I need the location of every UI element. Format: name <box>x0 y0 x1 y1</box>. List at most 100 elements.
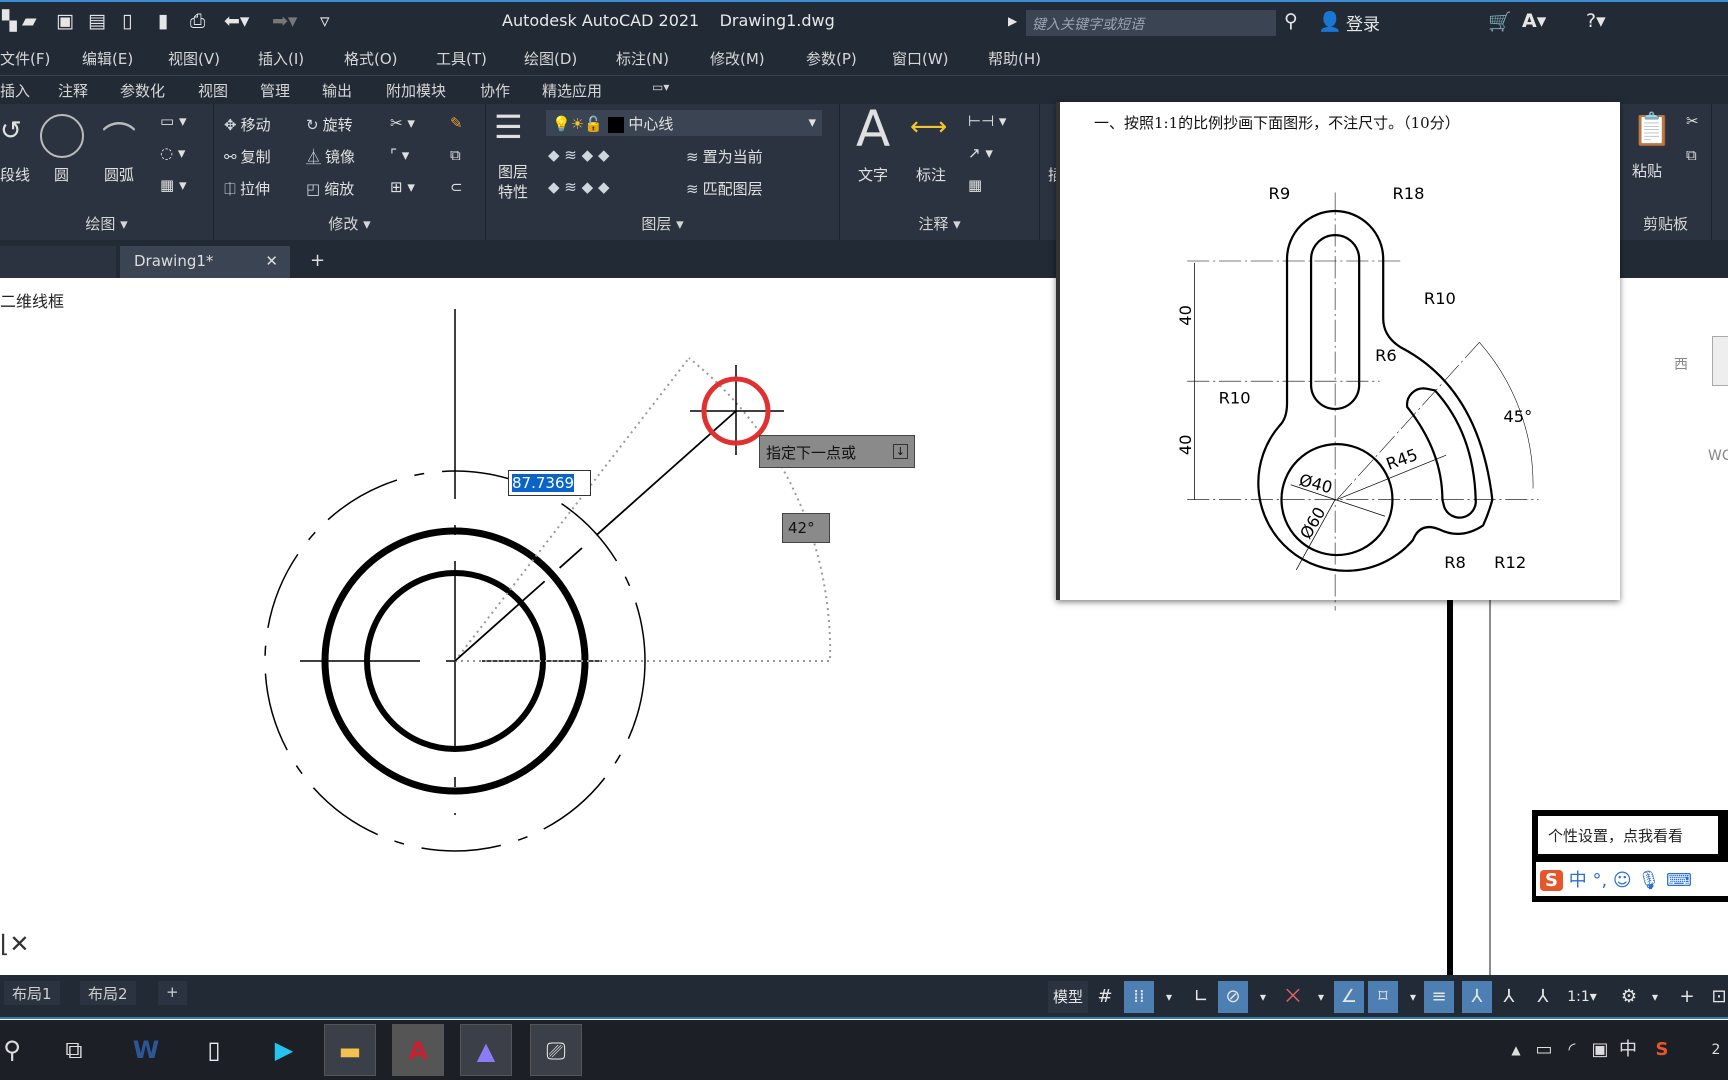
scale-button[interactable]: ◰ 缩放 <box>306 178 354 199</box>
menu-format[interactable]: 格式(O) <box>344 48 398 69</box>
import-icon[interactable]: ▯ <box>122 10 132 32</box>
tab-manage[interactable]: 管理 <box>260 80 290 101</box>
menu-edit[interactable]: 编辑(E) <box>82 48 133 69</box>
word-icon[interactable]: W <box>120 1024 172 1076</box>
table-icon[interactable]: ▦ <box>968 176 982 194</box>
viewcube[interactable] <box>1712 336 1728 386</box>
menu-parametric[interactable]: 参数(P) <box>806 48 857 69</box>
rotate-button[interactable]: ↻ 旋转 <box>306 114 353 135</box>
leader-icon[interactable]: ↗ ▾ <box>968 144 993 162</box>
panel-title-modify[interactable]: 修改 ▾ <box>214 213 485 234</box>
layer-dropdown[interactable]: 💡☀🔓 中心线 ▾ <box>546 110 822 136</box>
camera-icon[interactable]: ⎚ <box>530 1024 582 1076</box>
set-current-button[interactable]: ≋ 置为当前 <box>686 146 763 167</box>
layer-tools2-icon[interactable]: ◆ ≋ ◆ ◆ <box>548 178 609 196</box>
tab-layout1[interactable]: 布局1 <box>4 981 60 1005</box>
dynamic-input-field[interactable]: 87.7369 <box>508 470 591 496</box>
viewcube-west-label[interactable]: 西 <box>1674 354 1688 374</box>
export-icon[interactable]: ▮ <box>158 10 168 32</box>
tab-featured[interactable]: 精选应用 <box>542 80 602 101</box>
add-layout-button[interactable]: + <box>158 981 187 1005</box>
tab-drawing1[interactable]: Drawing1* ✕ <box>120 246 290 278</box>
undo-icon[interactable]: ⬅▾ <box>224 10 249 32</box>
offset-icon[interactable]: ⊂ <box>450 178 463 196</box>
clock[interactable]: 2 <box>1690 1024 1728 1076</box>
tab-insert[interactable]: 插入 <box>0 80 30 101</box>
new-tab-button[interactable]: + <box>310 250 325 271</box>
panel-title-layer[interactable]: 图层 ▾ <box>486 213 839 234</box>
fillet-icon[interactable]: ⌜ ▾ <box>390 146 409 164</box>
isodraft-icon[interactable]: ⨉ <box>1278 981 1308 1013</box>
circle-icon[interactable] <box>40 114 84 158</box>
customize-icon[interactable]: ▿ <box>320 10 330 32</box>
menu-dimension[interactable]: 标注(N) <box>616 48 669 69</box>
workspace-dropdown-icon[interactable]: ▾ <box>1640 981 1670 1013</box>
save-icon[interactable]: ▣ <box>56 10 74 32</box>
array-icon[interactable]: ⊞ ▾ <box>390 178 415 196</box>
circle-button[interactable]: 圆 <box>54 164 69 185</box>
polyline-button[interactable]: 段线 <box>0 164 30 185</box>
copy-button[interactable]: ⚯ 复制 <box>224 146 271 167</box>
saveas-icon[interactable]: ▤ <box>88 10 106 32</box>
layer-properties-button[interactable]: 图层特性 <box>498 162 532 202</box>
move-button[interactable]: ✥ 移动 <box>224 114 271 135</box>
file-icon[interactable]: ▯ <box>188 1024 240 1076</box>
polyline-icon[interactable]: ↺ <box>0 116 22 146</box>
sogou-tray-icon[interactable]: S <box>1636 1024 1688 1076</box>
text-icon[interactable]: A <box>856 100 890 158</box>
scale-dropdown[interactable]: 1:1▾ <box>1560 981 1604 1013</box>
snap-icon[interactable]: ⁞⁞ <box>1124 981 1154 1013</box>
close-icon[interactable]: ✕ <box>265 252 278 270</box>
linear-dim-icon[interactable]: ⊢⊣ ▾ <box>968 112 1006 130</box>
customize-status-icon[interactable]: ⊡ <box>1704 981 1728 1013</box>
match-layer-button[interactable]: ≋ 匹配图层 <box>686 178 763 199</box>
grid-icon[interactable]: # <box>1090 981 1120 1013</box>
explode-icon[interactable]: ⧉ <box>450 146 461 164</box>
dimension-button[interactable]: 标注 <box>916 164 946 185</box>
tab-collaborate[interactable]: 协作 <box>480 80 510 101</box>
punctuation-icon[interactable]: °, <box>1592 870 1607 891</box>
search-icon[interactable]: ⚲ <box>1284 10 1298 32</box>
dimension-icon[interactable]: ⟷ <box>910 112 947 142</box>
paste-icon[interactable]: 📋 <box>1632 110 1672 148</box>
auto-scale-icon[interactable]: ⅄ <box>1494 981 1524 1013</box>
polar-icon[interactable]: ⊘ <box>1218 981 1248 1013</box>
new-icon[interactable]: ▚ <box>2 10 17 32</box>
wcs-label[interactable]: WC <box>1708 448 1728 464</box>
object-snap-tracking-icon[interactable]: ∠ <box>1334 981 1364 1013</box>
reference-image-window[interactable]: 一、按照1:1的比例抄画下面图形，不注尺寸。（10分） R9 R18 R10 R… <box>1056 102 1620 611</box>
hatch-icon[interactable]: ▦ ▾ <box>160 176 186 194</box>
polar-dropdown-icon[interactable]: ▾ <box>1248 981 1278 1013</box>
arc-icon[interactable]: ⌒ <box>102 112 136 161</box>
ortho-icon[interactable]: ∟ <box>1186 981 1216 1013</box>
start-tab[interactable] <box>0 246 116 278</box>
menu-view[interactable]: 视图(V) <box>168 48 220 69</box>
ribbon-toggle-icon[interactable]: ▭▾ <box>652 80 669 94</box>
tab-addins[interactable]: 附加模块 <box>386 80 446 101</box>
annotation-scale-icon[interactable]: ⅄ <box>1528 981 1558 1013</box>
options-down-icon[interactable]: ↓ <box>892 444 908 459</box>
redo-icon[interactable]: ➡▾ <box>272 10 297 32</box>
cut-icon[interactable]: ✂ <box>1686 112 1699 130</box>
stretch-button[interactable]: ⎅ 拉伸 <box>224 178 270 199</box>
menu-help[interactable]: 帮助(H) <box>988 48 1041 69</box>
text-button[interactable]: 文字 <box>858 164 888 185</box>
object-snap-icon[interactable]: ⌑ <box>1368 981 1398 1013</box>
trim-icon[interactable]: ✂ ▾ <box>390 114 415 132</box>
video-player-icon[interactable]: ▶ <box>258 1024 310 1076</box>
menu-insert[interactable]: 插入(I) <box>258 48 304 69</box>
open-icon[interactable]: ▰ <box>22 10 37 32</box>
plus-icon[interactable]: + <box>1672 981 1702 1013</box>
autodesk-icon[interactable]: A▾ <box>1522 10 1546 32</box>
tab-view[interactable]: 视图 <box>198 80 228 101</box>
erase-icon[interactable]: ✎ <box>450 114 463 132</box>
user-icon[interactable]: 👤 <box>1318 10 1342 33</box>
mirror-button[interactable]: ⏅ 镜像 <box>306 146 355 167</box>
search-input[interactable]: 键入关键字或短语 <box>1026 10 1276 36</box>
file-explorer-icon[interactable]: ▬ <box>324 1024 376 1076</box>
emoji-icon[interactable]: ☺ <box>1613 870 1632 891</box>
print-icon[interactable]: ⎙ <box>190 10 205 32</box>
ime-mode-toggle[interactable]: 中 <box>1569 870 1587 891</box>
login-link[interactable]: 登录 <box>1346 10 1380 35</box>
photos-icon[interactable]: ▲ <box>460 1024 512 1076</box>
